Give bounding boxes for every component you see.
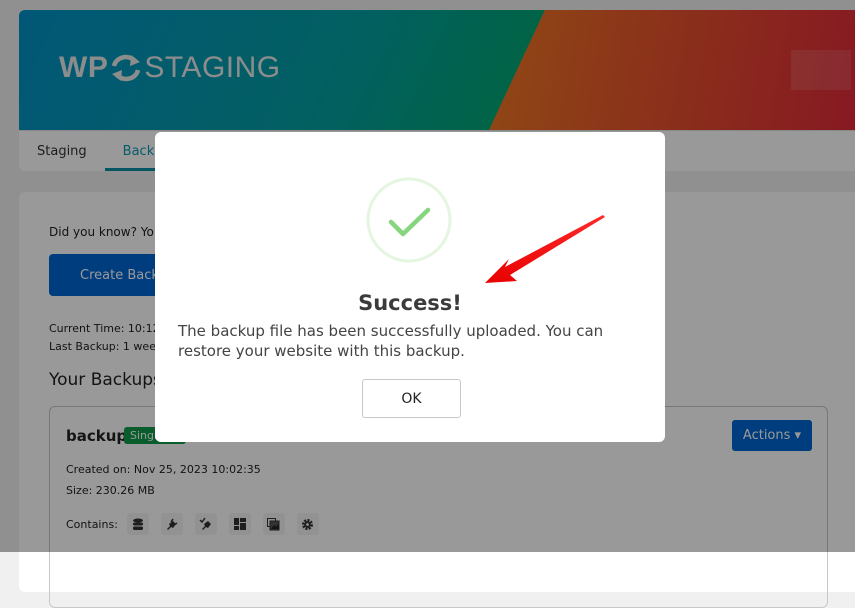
- wp-staging-page: WP STAGING Staging Backup Did you know? …: [0, 0, 855, 608]
- annotation-arrow-icon: [485, 215, 605, 283]
- dialog-message: The backup file has been successfully up…: [178, 322, 604, 360]
- checkmark-icon: [366, 177, 452, 263]
- ok-button[interactable]: OK: [362, 379, 461, 418]
